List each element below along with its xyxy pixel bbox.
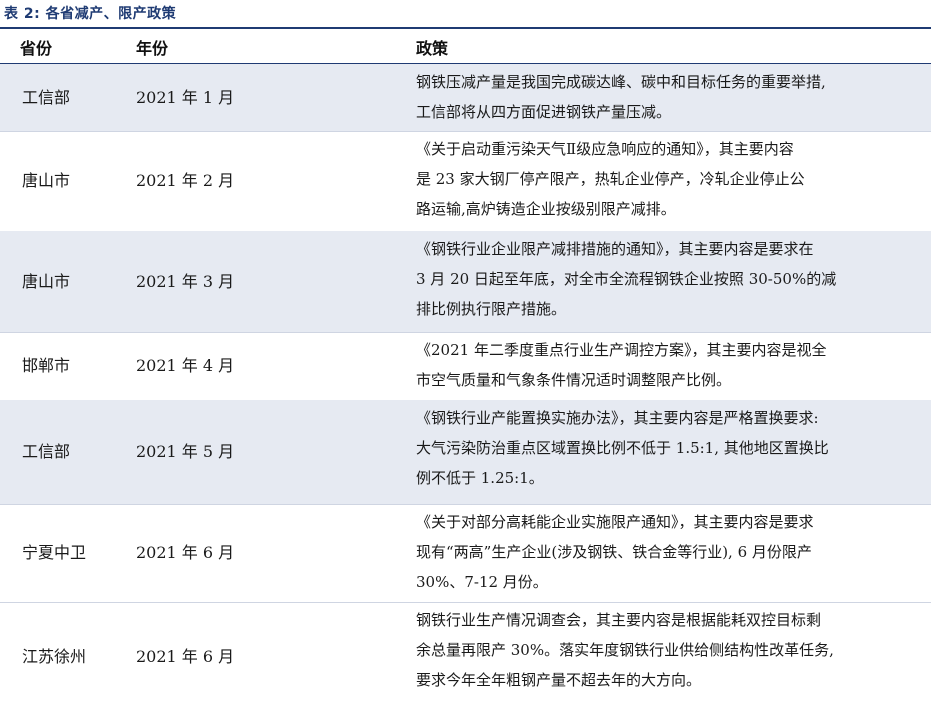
policy-line: 余总量再限产 30%。落实年度钢铁行业供给侧结构性改革任务, — [416, 641, 834, 659]
cell-date: 2021 年 1 月 — [136, 88, 235, 107]
cell-province: 唐山市 — [22, 272, 71, 291]
policy-line: 《钢铁行业产能置换实施办法》，其主要内容是严格置换要求: — [416, 409, 819, 427]
cell-policy: 《钢铁行业产能置换实施办法》，其主要内容是严格置换要求: 大气污染防治重点区域置换… — [416, 403, 924, 493]
policy-line: 大气污染防治重点区域置换比例不低于 1.5:1, 其他地区置换比 — [416, 439, 829, 457]
policy-line: 路运输,高炉铸造企业按级别限产减排。 — [416, 200, 676, 218]
table-row: 工信部 2021 年 1 月 钢铁压减产量是我国完成碳达峰、碳中和目标任务的重要举措… — [0, 64, 931, 131]
cell-date: 2021 年 6 月 — [136, 647, 235, 666]
cell-date: 2021 年 5 月 — [136, 442, 235, 461]
policy-line: 工信部将从四方面促进钢铁产量压减。 — [416, 103, 672, 121]
cell-policy: 《关于启动重污染天气Ⅱ级应急响应的通知》，其主要内容是 23 家大钢厂停产限产，… — [416, 134, 924, 224]
cell-policy: 《钢铁行业企业限产减排措施的通知》，其主要内容是要求在 3 月 20 日起至年底，… — [416, 234, 924, 324]
table-header: 省份 年份 政策 — [0, 29, 931, 63]
policy-line: 《钢铁行业企业限产减排措施的通知》，其主要内容是要求在 — [416, 240, 814, 258]
cell-date: 2021 年 2 月 — [136, 171, 235, 190]
policy-line: 《关于启动重污染天气Ⅱ级应急响应的通知》，其主要内容 — [416, 140, 794, 158]
cell-province: 江苏徐州 — [22, 647, 87, 666]
table-row: 邯郸市 2021 年 4 月 《2021 年二季度重点行业生产调控方案》，其主要内容… — [0, 332, 931, 400]
header-date: 年份 — [136, 39, 169, 58]
cell-province: 邯郸市 — [22, 356, 71, 375]
table-row: 唐山市 2021 年 2 月 《关于启动重污染天气Ⅱ级应急响应的通知》，其主要内容是… — [0, 131, 931, 231]
policy-line: 例不低于 1.25:1。 — [416, 469, 544, 487]
cell-province: 宁夏中卫 — [22, 543, 87, 562]
policy-line: 《关于对部分高耗能企业实施限产通知》，其主要内容是要求 — [416, 513, 814, 531]
cell-province: 工信部 — [22, 442, 71, 461]
cell-policy: 《关于对部分高耗能企业实施限产通知》，其主要内容是要求 现有“两高”生产企业(涉及… — [416, 507, 924, 597]
header-province: 省份 — [20, 39, 53, 58]
table-row: 工信部 2021 年 5 月 《钢铁行业产能置换实施办法》，其主要内容是严格置换要求… — [0, 400, 931, 504]
cell-date: 2021 年 6 月 — [136, 543, 235, 562]
header-policy: 政策 — [416, 39, 449, 58]
table-caption: 表 2: 各省减产、限产政策 — [4, 6, 177, 22]
policy-line: 钢铁压减产量是我国完成碳达峰、碳中和目标任务的重要举措, — [416, 73, 826, 91]
table-row: 江苏徐州 2021 年 6 月 钢铁行业生产情况调查会，其主要内容是根据能耗双控目标… — [0, 602, 931, 712]
policy-line: 是 23 家大钢厂停产限产，热轧企业停产，冷轧企业停止公 — [416, 170, 805, 188]
cell-policy: 《2021 年二季度重点行业生产调控方案》，其主要内容是视全 市空气质量和气象条件… — [416, 335, 924, 395]
cell-province: 工信部 — [22, 88, 71, 107]
cell-date: 2021 年 4 月 — [136, 356, 235, 375]
policy-line: 30%、7-12 月份。 — [416, 573, 548, 591]
policy-line: 《2021 年二季度重点行业生产调控方案》，其主要内容是视全 — [416, 341, 827, 359]
policy-line: 钢铁行业生产情况调查会，其主要内容是根据能耗双控目标剩 — [416, 611, 822, 629]
policy-line: 要求今年全年粗钢产量不超去年的大方向。 — [416, 671, 702, 689]
cell-date: 2021 年 3 月 — [136, 272, 235, 291]
policy-line: 3 月 20 日起至年底，对全市全流程钢铁企业按照 30-50%的减 — [416, 270, 837, 288]
policy-line: 排比例执行限产措施。 — [416, 300, 567, 318]
table-row: 唐山市 2021 年 3 月 《钢铁行业企业限产减排措施的通知》，其主要内容是要求在… — [0, 231, 931, 332]
policy-line: 市空气质量和气象条件情况适时调整限产比例。 — [416, 371, 732, 389]
policy-line: 现有“两高”生产企业(涉及钢铁、铁合金等行业), 6 月份限产 — [416, 543, 812, 561]
table-row: 宁夏中卫 2021 年 6 月 《关于对部分高耗能企业实施限产通知》，其主要内容是要… — [0, 504, 931, 602]
cell-province: 唐山市 — [22, 171, 71, 190]
cell-policy: 钢铁压减产量是我国完成碳达峰、碳中和目标任务的重要举措, 工信部将从四方面促进钢铁… — [416, 67, 924, 127]
cell-policy: 钢铁行业生产情况调查会，其主要内容是根据能耗双控目标剩 余总量再限产 30%。落实… — [416, 605, 924, 695]
